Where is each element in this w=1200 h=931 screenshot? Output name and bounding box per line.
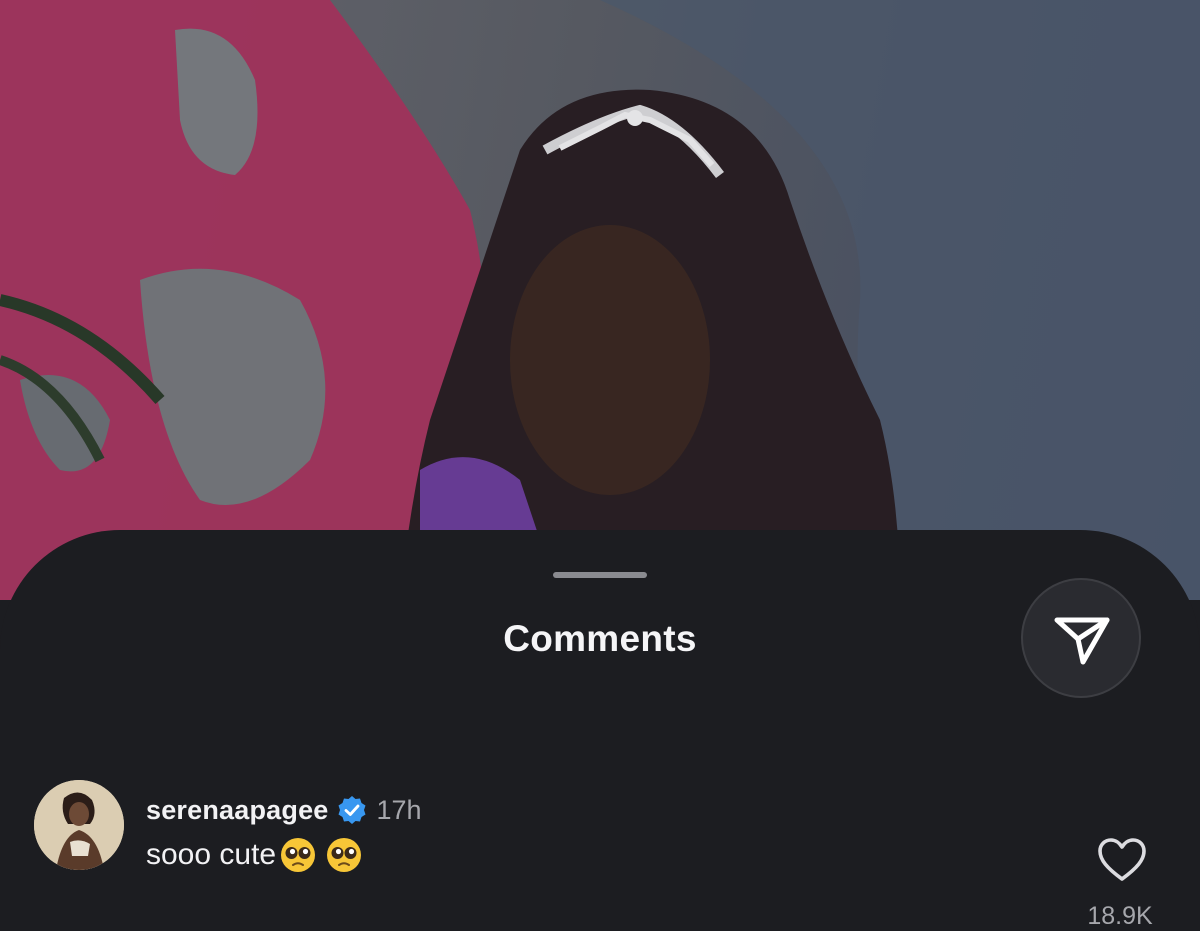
sheet-title: Comments	[503, 618, 697, 659]
pleading-face-emoji-icon	[281, 838, 316, 872]
comment-text: sooo cute	[146, 838, 277, 871]
avatar-photo	[34, 780, 124, 870]
share-button[interactable]	[1021, 578, 1141, 698]
video-frame[interactable]	[0, 0, 1200, 600]
comment-meta: serenaapagee 17h	[146, 790, 422, 830]
verified-badge-icon	[338, 796, 366, 824]
comment-body: sooo cute	[146, 837, 362, 873]
comments-sheet: Comments serenaapagee 17h sooo cute 18.9…	[0, 530, 1200, 930]
pleading-face-emoji-icon	[327, 838, 362, 872]
sheet-grabber[interactable]	[553, 572, 647, 578]
like-button[interactable]	[1097, 837, 1147, 883]
comment-row: serenaapagee 17h sooo cute 18.9K	[0, 780, 1200, 930]
comment-username[interactable]: serenaapagee	[146, 795, 329, 826]
heart-outline-icon	[1098, 838, 1146, 881]
avatar[interactable]	[34, 780, 124, 870]
paper-plane-icon	[1054, 617, 1110, 665]
video-dim-overlay	[0, 0, 1200, 600]
comment-timestamp: 17h	[376, 794, 422, 825]
